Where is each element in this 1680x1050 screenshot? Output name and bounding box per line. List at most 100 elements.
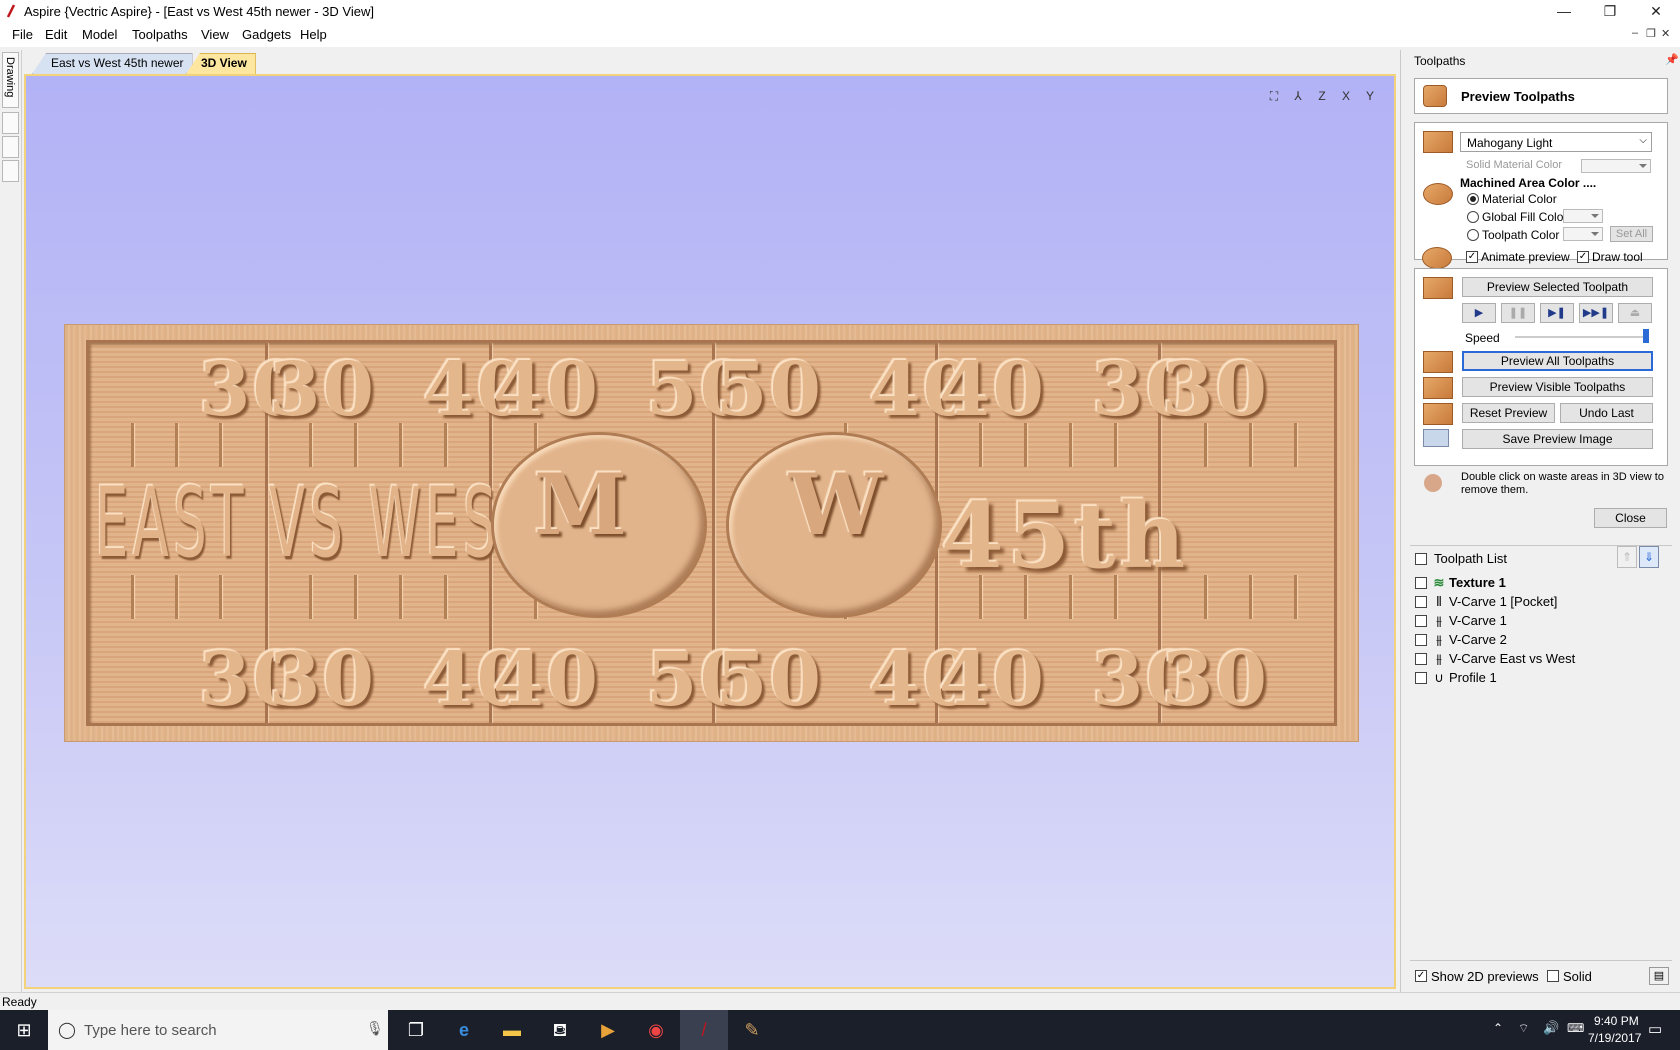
toolpath-checkbox[interactable]	[1415, 634, 1427, 646]
toolpath-checkbox[interactable]	[1415, 577, 1427, 589]
menu-file[interactable]: File	[6, 23, 39, 47]
pin-icon[interactable]: 📌	[1665, 53, 1679, 66]
preview-title: Preview Toolpaths	[1461, 89, 1575, 104]
mdi-restore-icon[interactable]: ❐	[1646, 27, 1658, 41]
move-up-icon[interactable]: ⇑	[1617, 546, 1637, 568]
edge-icon[interactable]: e	[440, 1010, 488, 1050]
minimize-button[interactable]: —	[1541, 0, 1587, 23]
toolpath-vcarve-1-pocket[interactable]: ⫴ V-Carve 1 [Pocket]	[1411, 593, 1671, 612]
3d-view-viewport[interactable]: ⛶ ⅄ Z X Y 30 30 40 40 50 50 40 40 30 30 …	[24, 74, 1396, 989]
yard-number-top: 40	[493, 347, 600, 433]
toolpath-label: V-Carve 1	[1449, 613, 1507, 628]
toolpath-profile-1[interactable]: ∪ Profile 1	[1411, 669, 1671, 688]
menu-toolpaths[interactable]: Toolpaths	[126, 23, 194, 47]
speed-slider-track[interactable]	[1515, 336, 1649, 338]
speed-slider-thumb[interactable]	[1643, 329, 1649, 343]
step-button[interactable]: ▶❚	[1540, 303, 1574, 323]
preview-visible-toolpaths-button[interactable]: Preview Visible Toolpaths	[1462, 377, 1653, 397]
tab-drawing[interactable]: Drawing	[2, 52, 19, 108]
title-bar: Aspire {Vectric Aspire} - [East vs West …	[0, 0, 1680, 23]
paint-icon[interactable]: ✎	[728, 1010, 776, 1050]
microphone-icon[interactable]: 🎙	[366, 1020, 384, 1037]
toolpath-checkbox[interactable]	[1415, 615, 1427, 627]
show-2d-previews-checkbox[interactable]: ✓	[1415, 970, 1427, 982]
toolpath-vcarve-2[interactable]: ⫵ V-Carve 2	[1411, 631, 1671, 650]
hash-mark	[1294, 423, 1297, 467]
fit-view-icon[interactable]: ⛶	[1264, 86, 1284, 106]
move-down-icon[interactable]: ⇓	[1639, 546, 1659, 568]
menu-view[interactable]: View	[195, 23, 235, 47]
reset-preview-button[interactable]: Reset Preview	[1462, 403, 1555, 423]
restore-button[interactable]: ❐	[1587, 0, 1633, 23]
close-window-button[interactable]: ✕	[1633, 0, 1679, 23]
tab-components[interactable]	[2, 160, 19, 182]
solid-checkbox[interactable]	[1547, 970, 1559, 982]
tray-chevron-icon[interactable]: ⌃	[1493, 1021, 1503, 1035]
machined-area-icon	[1423, 183, 1453, 205]
windows-start-icon[interactable]: ⊞	[0, 1010, 48, 1050]
hash-mark	[1249, 575, 1252, 619]
y-view-icon[interactable]: Y	[1360, 86, 1380, 106]
mdi-close-icon[interactable]: ✕	[1661, 27, 1673, 41]
global-fill-color-picker[interactable]	[1563, 209, 1603, 223]
store-icon[interactable]: ⛾	[536, 1010, 584, 1050]
media-player-icon[interactable]: ▶	[584, 1010, 632, 1050]
tab-layers[interactable]	[2, 136, 19, 158]
save-preview-image-button[interactable]: Save Preview Image	[1462, 429, 1653, 449]
solid-material-color-picker[interactable]	[1581, 159, 1651, 173]
preview-selected-toolpath-button[interactable]: Preview Selected Toolpath	[1462, 277, 1653, 297]
taskbar-search-box[interactable]: ◯ Type here to search 🎙	[48, 1010, 388, 1050]
clock-date[interactable]: 7/19/2017	[1588, 1031, 1641, 1045]
tab-2d-document[interactable]: East vs West 45th newer	[32, 53, 193, 74]
toolpath-checkbox[interactable]	[1415, 653, 1427, 665]
tab-modeling[interactable]	[2, 112, 19, 134]
toolpath-vcarve-1[interactable]: ⫵ V-Carve 1	[1411, 612, 1671, 631]
chrome-icon[interactable]: ◉	[632, 1010, 680, 1050]
tab-drawing-label: Drawing	[4, 57, 16, 98]
undo-last-button[interactable]: Undo Last	[1560, 403, 1653, 423]
material-dropdown[interactable]: Mahogany Light ⌵	[1460, 132, 1652, 152]
menu-gadgets[interactable]: Gadgets	[236, 23, 297, 47]
tab-3d-view[interactable]: 3D View	[186, 53, 256, 74]
skip-to-end-button[interactable]: ▶▶❚	[1579, 303, 1613, 323]
keyboard-icon[interactable]: ⌨	[1567, 1021, 1584, 1035]
set-all-button[interactable]: Set All	[1610, 226, 1653, 242]
iso-view-icon[interactable]: ⅄	[1288, 86, 1308, 106]
toolpath-checkbox[interactable]	[1415, 672, 1427, 684]
hash-mark	[354, 423, 357, 467]
network-icon[interactable]: ⌔	[1518, 1021, 1529, 1036]
toolpath-checkbox[interactable]	[1415, 596, 1427, 608]
toolpath-vcarve-east-vs-west[interactable]: ⫵ V-Carve East vs West	[1411, 650, 1671, 669]
close-panel-button[interactable]: Close	[1594, 508, 1667, 528]
mdi-minimize-icon[interactable]: –	[1632, 27, 1644, 41]
aspire-taskbar-icon[interactable]: /	[680, 1010, 728, 1050]
menu-edit[interactable]: Edit	[39, 23, 73, 47]
file-explorer-icon[interactable]: ▬	[488, 1010, 536, 1050]
toolpath-list-select-all-checkbox[interactable]	[1415, 553, 1427, 565]
radio-material-color[interactable]	[1467, 193, 1479, 205]
eject-button[interactable]: ⏏	[1618, 303, 1652, 323]
draw-tool-checkbox[interactable]: ✓	[1577, 251, 1589, 263]
preview-visible-icon	[1423, 377, 1453, 399]
z-view-icon[interactable]: Z	[1312, 86, 1332, 106]
animate-preview-checkbox[interactable]: ✓	[1466, 251, 1478, 263]
preview-header: Preview Toolpaths	[1414, 78, 1668, 114]
texture-toolpath-icon: ≋	[1433, 575, 1445, 590]
action-center-icon[interactable]: ▭	[1648, 1020, 1662, 1038]
menu-model[interactable]: Model	[76, 23, 123, 47]
play-button[interactable]: ▶	[1462, 303, 1496, 323]
preview-all-toolpaths-button[interactable]: Preview All Toolpaths	[1462, 351, 1653, 371]
hash-mark	[219, 575, 222, 619]
toolpath-color-picker[interactable]	[1563, 227, 1603, 241]
volume-icon[interactable]: 🔊	[1543, 1020, 1559, 1036]
radio-global-fill-color[interactable]	[1467, 211, 1479, 223]
toolpath-texture-1[interactable]: ≋ Texture 1	[1411, 574, 1671, 593]
x-view-icon[interactable]: X	[1336, 86, 1356, 106]
menu-help[interactable]: Help	[294, 23, 333, 47]
summary-icon[interactable]: ▤	[1649, 967, 1669, 985]
hash-mark	[309, 575, 312, 619]
radio-toolpath-color[interactable]	[1467, 229, 1479, 241]
pause-button[interactable]: ❚❚	[1501, 303, 1535, 323]
clock-time[interactable]: 9:40 PM	[1594, 1014, 1639, 1028]
task-view-icon[interactable]: ❐	[392, 1010, 440, 1050]
